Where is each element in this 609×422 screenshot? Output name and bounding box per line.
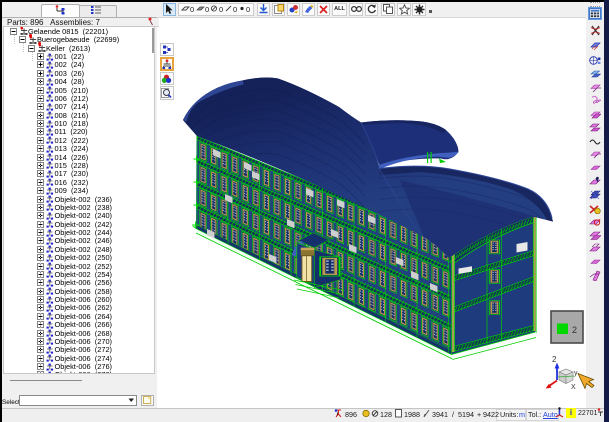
svg-text:X: X — [571, 384, 576, 391]
svg-text:0: 0 — [219, 5, 223, 14]
svg-text:0: 0 — [233, 5, 237, 14]
svg-text:0: 0 — [246, 5, 250, 14]
svg-text:2: 2 — [572, 325, 577, 335]
svg-text:y: y — [574, 370, 578, 377]
svg-text:0: 0 — [190, 5, 194, 14]
svg-text:2: 2 — [552, 355, 557, 364]
svg-text:0: 0 — [205, 5, 209, 14]
